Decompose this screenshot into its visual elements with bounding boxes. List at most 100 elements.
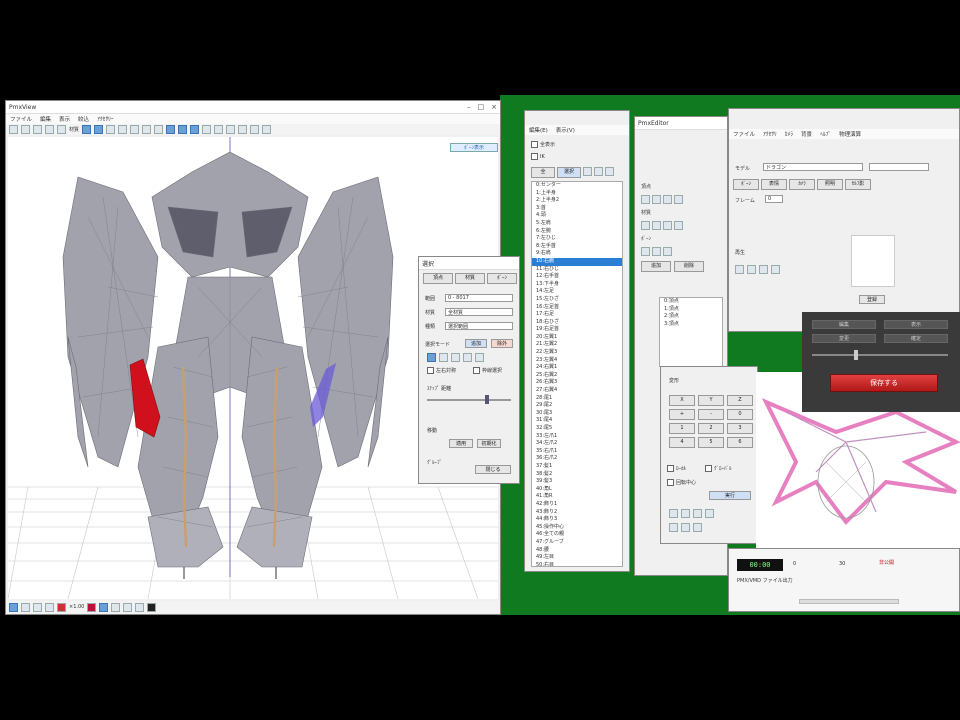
tool-button[interactable] <box>123 602 133 612</box>
bone-list-item[interactable]: 43:飾り2 <box>532 509 622 517</box>
maximize-icon[interactable]: □ <box>478 103 485 111</box>
global-option[interactable]: ｸﾞﾛｰﾊﾞﾙ <box>705 465 732 472</box>
rotation-center-option[interactable]: 回転中心 <box>667 479 696 486</box>
filter-option[interactable]: 全表示 <box>531 141 555 148</box>
tool-button[interactable] <box>21 125 30 134</box>
tab-camera[interactable]: ｶﾒﾗ <box>789 179 815 190</box>
bone-list-item[interactable]: 17:右足 <box>532 311 622 319</box>
transform-button[interactable]: 4 <box>669 437 695 448</box>
tool-button[interactable] <box>99 602 109 612</box>
slider-thumb[interactable] <box>485 395 489 404</box>
tool-button[interactable] <box>663 195 672 204</box>
menu-item[interactable]: 編集 <box>40 115 51 123</box>
transform-button[interactable]: + <box>669 409 695 420</box>
bone-list-item[interactable]: 15:左ひざ <box>532 296 622 304</box>
menu-item[interactable]: ｱｸｾｻﾘ <box>763 130 777 138</box>
material-select[interactable]: 全材質 <box>445 308 513 316</box>
tool-button[interactable] <box>652 195 661 204</box>
bone-list-item[interactable]: 49:左目 <box>532 554 622 562</box>
transform-button[interactable]: 6 <box>727 437 753 448</box>
tool-button[interactable] <box>759 265 768 274</box>
bone-list-item[interactable]: 39:髪3 <box>532 478 622 486</box>
tab-shadow[interactable]: ｾﾙﾌ影 <box>845 179 871 190</box>
tool-button[interactable] <box>178 125 188 134</box>
transform-button[interactable]: 0 <box>727 409 753 420</box>
apply-button[interactable]: 適用 <box>449 439 473 448</box>
add-button[interactable]: 追加 <box>641 261 671 272</box>
model-select[interactable]: ドラゴン <box>763 163 863 171</box>
bone-list-item[interactable]: 50:右目 <box>532 562 622 566</box>
execute-button[interactable]: 実行 <box>709 491 751 500</box>
tab-vertex[interactable]: 頂点 <box>423 273 453 284</box>
bone-list-item[interactable]: 16:左足首 <box>532 304 622 312</box>
transform-button[interactable]: Y <box>698 395 724 406</box>
mode-button[interactable] <box>427 353 436 362</box>
menu-item[interactable]: 背景 <box>801 130 812 138</box>
mode-button[interactable] <box>463 353 472 362</box>
tool-button[interactable] <box>652 221 661 230</box>
tool-button[interactable] <box>747 265 756 274</box>
bone-list-item[interactable]: 2:上半身2 <box>532 197 622 205</box>
tool-button[interactable] <box>9 602 18 612</box>
tool-button[interactable] <box>45 125 54 134</box>
select-dialog-titlebar[interactable]: 選択 <box>419 257 519 270</box>
tool-button[interactable] <box>594 167 603 176</box>
bone-list-item[interactable]: 0:センター <box>532 182 622 190</box>
menu-item[interactable]: ｱｸｾｻﾘｰ <box>97 115 114 123</box>
bone-list-item[interactable]: 7:左ひじ <box>532 235 622 243</box>
tool-button[interactable] <box>166 125 176 134</box>
exclude-button[interactable]: 除外 <box>491 339 513 348</box>
tool-button[interactable] <box>202 125 212 134</box>
tool-button[interactable] <box>693 509 702 518</box>
tool-button[interactable] <box>583 167 592 176</box>
tab-bone[interactable]: ﾎﾞｰﾝ <box>733 179 759 190</box>
bone-list-item[interactable]: 48:腰 <box>532 547 622 555</box>
transform-button[interactable]: - <box>698 409 724 420</box>
tool-button[interactable] <box>663 247 672 256</box>
close-icon[interactable]: × <box>491 103 497 111</box>
bone-list-item[interactable]: 27:右翼4 <box>532 387 622 395</box>
checkbox[interactable] <box>531 141 538 148</box>
bone-list-item[interactable]: 12:右手首 <box>532 273 622 281</box>
menu-item[interactable]: 物理演算 <box>839 130 861 138</box>
bone-list-item[interactable]: 3:首 <box>532 205 622 213</box>
bone-list-item[interactable]: 14:左足 <box>532 288 622 296</box>
bone-list-item[interactable]: 26:右翼3 <box>532 379 622 387</box>
range-field[interactable]: 0 - 8017 <box>445 294 513 302</box>
tool-button[interactable] <box>214 125 224 134</box>
pmx-view-titlebar[interactable]: PmxView – □ × <box>6 101 500 114</box>
bone-list-item[interactable]: 19:右足首 <box>532 326 622 334</box>
tool-button[interactable] <box>669 523 678 532</box>
tool-button[interactable] <box>681 523 690 532</box>
tab-all[interactable]: 全 <box>531 167 555 178</box>
mode-button[interactable] <box>475 353 484 362</box>
tab-face[interactable]: 表情 <box>761 179 787 190</box>
timeline-scrollbar[interactable] <box>799 599 899 604</box>
tool-button[interactable] <box>190 125 200 134</box>
delete-button[interactable]: 削除 <box>674 261 704 272</box>
tool-button[interactable] <box>154 125 164 134</box>
transform-button[interactable]: 1 <box>669 423 695 434</box>
tool-button[interactable] <box>262 125 272 134</box>
tool-button[interactable] <box>82 125 92 134</box>
bone-list-item[interactable]: 10:右腕 <box>532 257 622 266</box>
edit-button[interactable]: 編集 <box>812 320 876 329</box>
tool-button[interactable] <box>250 125 260 134</box>
tool-button[interactable] <box>57 602 66 612</box>
mode-button[interactable] <box>439 353 448 362</box>
bone-list[interactable]: 0:センター 1:上半身 2:上半身2 3:首 4:頭 5:左肩 6:左腕 7:左ひじ 8:左手… <box>531 181 623 567</box>
checkbox[interactable] <box>705 465 712 472</box>
transform-button[interactable]: 2 <box>698 423 724 434</box>
bone-list-item[interactable]: 37:髪1 <box>532 463 622 471</box>
tool-button[interactable] <box>693 523 702 532</box>
menu-item[interactable]: 編集(E) <box>529 126 548 134</box>
checkbox[interactable] <box>473 367 480 374</box>
tool-button[interactable] <box>735 265 744 274</box>
pmx-editor-titlebar[interactable]: PmxEditor <box>635 117 727 130</box>
tool-button[interactable] <box>45 602 54 612</box>
tool-button[interactable] <box>94 125 104 134</box>
tool-button[interactable] <box>106 125 116 134</box>
menu-item[interactable]: ｶﾒﾗ <box>785 130 793 138</box>
list-item[interactable]: 1:頂点 <box>660 306 722 314</box>
display-button[interactable]: 表示 <box>884 320 948 329</box>
